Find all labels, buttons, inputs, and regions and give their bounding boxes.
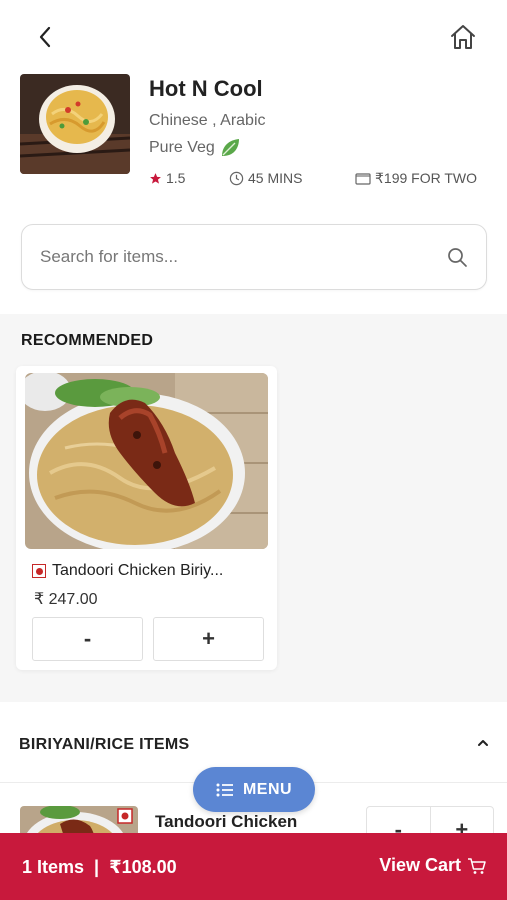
top-bar bbox=[0, 0, 507, 72]
list-icon bbox=[216, 783, 233, 796]
search-input[interactable] bbox=[40, 225, 440, 289]
cart-summary: 1 Items | ₹108.00 bbox=[22, 857, 177, 878]
home-button[interactable] bbox=[448, 22, 478, 52]
rating: 1.5 bbox=[149, 170, 185, 186]
chevron-up-icon[interactable] bbox=[474, 736, 492, 750]
star-icon bbox=[150, 172, 161, 184]
restaurant-diet: Pure Veg bbox=[149, 137, 241, 159]
restaurant-name: Hot N Cool bbox=[149, 76, 263, 101]
cart-bar[interactable]: 1 Items | ₹108.00 View Cart bbox=[0, 833, 507, 900]
delivery-time: 45 MINS bbox=[229, 170, 302, 186]
non-veg-icon bbox=[32, 564, 46, 578]
rating-value: 1.5 bbox=[166, 170, 186, 186]
chevron-left-icon bbox=[39, 26, 51, 48]
recommended-title: RECOMMENDED bbox=[21, 332, 154, 349]
menu-button[interactable]: MENU bbox=[193, 767, 315, 812]
menu-label: MENU bbox=[242, 780, 293, 798]
recommended-item-name-row: Tandoori Chicken Biriy... bbox=[32, 562, 267, 580]
recommended-item-name: Tandoori Chicken Biriy... bbox=[52, 562, 224, 579]
recommended-item-price: ₹ 247.00 bbox=[34, 591, 98, 608]
back-button[interactable] bbox=[32, 24, 58, 50]
diet-label: Pure Veg bbox=[149, 139, 215, 156]
decrease-quantity-button[interactable]: - bbox=[32, 617, 143, 661]
cart-total: ₹108.00 bbox=[109, 857, 177, 877]
cart-item-count: 1 Items bbox=[22, 857, 85, 877]
clock-icon bbox=[229, 171, 244, 185]
leaf-icon bbox=[221, 139, 239, 156]
cost-for-two: ₹199 FOR TWO bbox=[355, 170, 477, 187]
view-cart-button[interactable]: View Cart bbox=[379, 855, 487, 876]
increase-quantity-button[interactable]: + bbox=[153, 617, 264, 661]
category-title: BIRIYANI/RICE ITEMS bbox=[19, 736, 190, 753]
view-cart-label: View Cart bbox=[379, 855, 461, 875]
cost-value: ₹199 FOR TWO bbox=[375, 170, 477, 186]
list-item-name: Tandoori Chicken bbox=[155, 812, 298, 831]
search-icon[interactable] bbox=[446, 246, 468, 268]
restaurant-image bbox=[20, 74, 130, 174]
cart-icon bbox=[468, 857, 486, 874]
search-bar bbox=[21, 224, 487, 290]
home-icon bbox=[451, 25, 475, 49]
time-value: 45 MINS bbox=[248, 170, 303, 186]
cart-separator: | bbox=[94, 857, 100, 877]
restaurant-cuisine: Chinese , Arabic bbox=[149, 112, 266, 129]
wallet-icon bbox=[355, 173, 371, 185]
recommended-item-image bbox=[25, 373, 268, 549]
recommended-item-card[interactable]: Tandoori Chicken Biriy... ₹ 247.00 - + bbox=[16, 366, 277, 670]
